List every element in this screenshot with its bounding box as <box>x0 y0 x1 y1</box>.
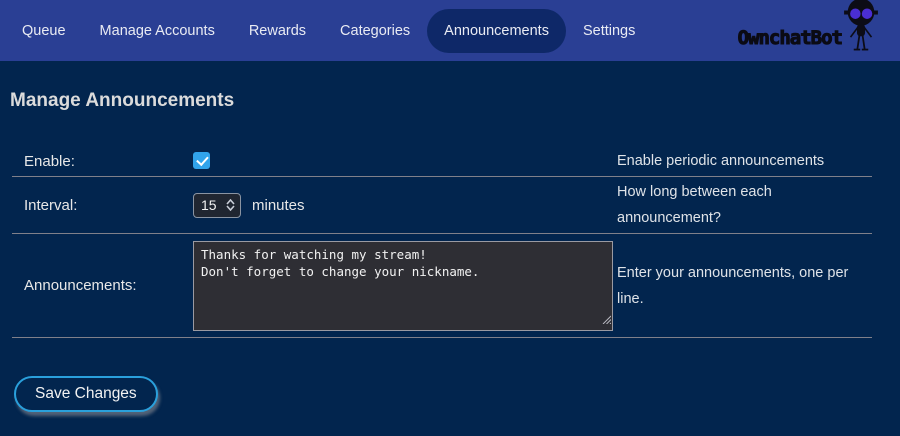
interval-number-field <box>193 193 241 218</box>
nav-item-queue[interactable]: Queue <box>5 9 83 53</box>
save-changes-button[interactable]: Save Changes <box>14 376 158 412</box>
chevron-down-icon[interactable] <box>226 205 235 211</box>
interval-stepper[interactable] <box>221 194 240 217</box>
announcements-control: Thanks for watching my stream! Don't for… <box>193 241 613 331</box>
app-logo: OwnchatBot <box>738 0 884 61</box>
top-navbar: Queue Manage Accounts Rewards Categories… <box>0 0 900 61</box>
announcements-form: Enable: Enable periodic announcements In… <box>12 146 872 338</box>
nav-item-rewards[interactable]: Rewards <box>232 9 323 53</box>
announcements-textarea[interactable]: Thanks for watching my stream! Don't for… <box>193 241 613 331</box>
enable-label: Enable: <box>12 153 193 170</box>
form-row-interval: Interval: minutes How long between each … <box>12 177 872 234</box>
announcements-help-text: Enter your announcements, one per line. <box>617 258 872 314</box>
page-title: Manage Announcements <box>10 90 900 112</box>
enable-checkbox[interactable] <box>193 152 210 169</box>
enable-help-text: Enable periodic announcements <box>617 146 872 176</box>
form-row-enable: Enable: Enable periodic announcements <box>12 146 872 177</box>
nav-item-manage-accounts[interactable]: Manage Accounts <box>83 9 232 53</box>
nav-item-settings[interactable]: Settings <box>566 9 652 53</box>
interval-label: Interval: <box>12 197 193 214</box>
logo-text: OwnchatBot <box>738 27 842 61</box>
interval-control: minutes <box>193 193 617 218</box>
enable-control <box>193 152 617 170</box>
interval-input[interactable] <box>194 197 221 213</box>
nav-item-announcements[interactable]: Announcements <box>427 9 566 53</box>
interval-unit-label: minutes <box>252 197 305 214</box>
nav-item-categories[interactable]: Categories <box>323 9 427 53</box>
announcements-label: Announcements: <box>12 277 193 294</box>
form-row-announcements: Announcements: Thanks for watching my st… <box>12 234 872 338</box>
interval-help-text: How long between each announcement? <box>617 177 872 233</box>
robot-icon <box>838 0 884 59</box>
